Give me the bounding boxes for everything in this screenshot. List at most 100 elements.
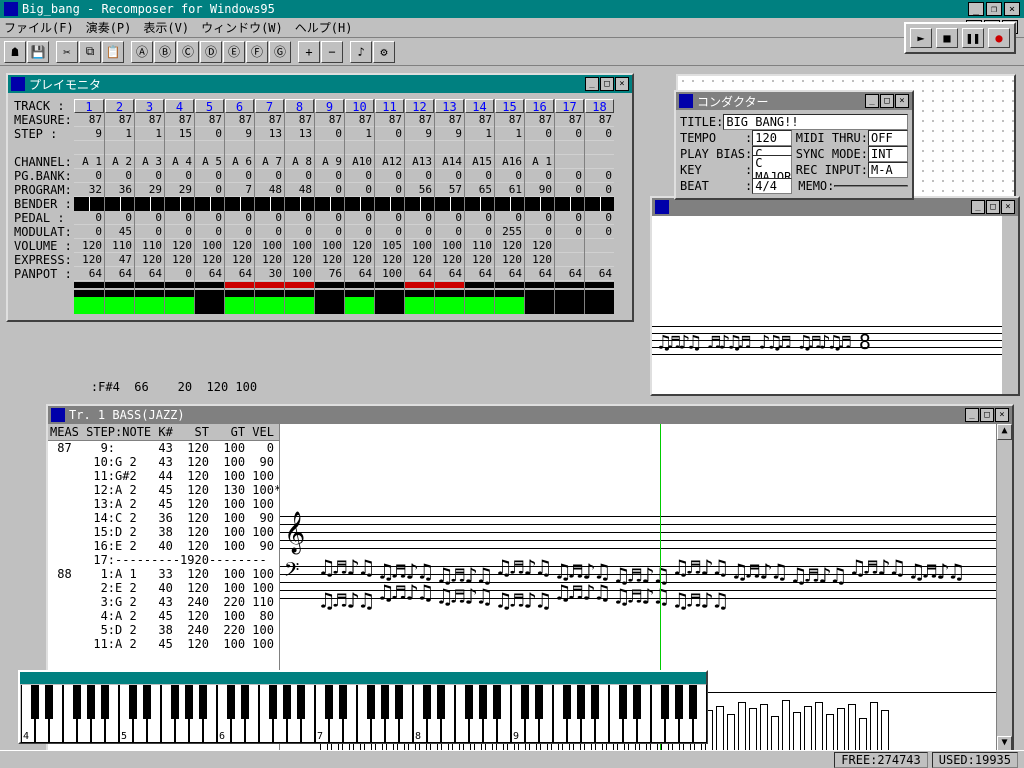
track-number-button[interactable]: 15 — [495, 99, 524, 113]
track-number-button[interactable]: 7 — [255, 99, 284, 113]
black-key[interactable] — [563, 685, 571, 719]
black-key[interactable] — [381, 685, 389, 719]
black-key[interactable] — [395, 685, 403, 719]
black-key[interactable] — [591, 685, 599, 719]
black-key[interactable] — [521, 685, 529, 719]
black-key[interactable] — [493, 685, 501, 719]
tool-paste-icon[interactable]: 📋 — [102, 41, 124, 63]
track-number-button[interactable]: 18 — [585, 99, 614, 113]
track-number-button[interactable]: 3 — [135, 99, 164, 113]
menu-help[interactable]: ヘルプ(H) — [295, 19, 353, 36]
track-number-button[interactable]: 10 — [345, 99, 374, 113]
stop-button[interactable]: ■ — [936, 28, 958, 48]
black-key[interactable] — [241, 685, 249, 719]
maximize-button[interactable]: ❐ — [986, 2, 1002, 16]
track-number-button[interactable]: 12 — [405, 99, 434, 113]
midithru-value[interactable]: OFF — [868, 130, 908, 146]
track-number-button[interactable]: 2 — [105, 99, 134, 113]
staff-min-button[interactable]: _ — [971, 200, 985, 214]
staff-scrollbar[interactable] — [1002, 216, 1018, 394]
tool-c-icon[interactable]: Ⓒ — [177, 41, 199, 63]
tool-cut-icon[interactable]: ✂ — [56, 41, 78, 63]
event-row[interactable]: 11:A 2 45 120 100 100 — [48, 637, 279, 651]
memo-value[interactable] — [834, 185, 908, 187]
event-row[interactable]: 12:A 2 45 120 130 100* — [48, 483, 279, 497]
event-row[interactable]: 3:G 2 43 240 220 110 — [48, 595, 279, 609]
black-key[interactable] — [339, 685, 347, 719]
track-close-button[interactable]: × — [995, 408, 1009, 422]
event-row[interactable]: 5:D 2 38 240 220 100 — [48, 623, 279, 637]
syncmode-value[interactable]: INT — [868, 146, 908, 162]
black-key[interactable] — [171, 685, 179, 719]
track-number-button[interactable]: 11 — [375, 99, 404, 113]
playmon-close-button[interactable]: × — [615, 77, 629, 91]
track-number-button[interactable]: 6 — [225, 99, 254, 113]
menu-play[interactable]: 演奏(P) — [86, 19, 132, 36]
tool-d-icon[interactable]: Ⓓ — [200, 41, 222, 63]
event-row[interactable]: 11:G#2 44 120 100 100 — [48, 469, 279, 483]
black-key[interactable] — [73, 685, 81, 719]
track-number-button[interactable]: 17 — [555, 99, 584, 113]
black-key[interactable] — [227, 685, 235, 719]
play-button[interactable]: ► — [910, 28, 932, 48]
event-row[interactable]: 13:A 2 45 120 100 100 — [48, 497, 279, 511]
tool-e-icon[interactable]: Ⓔ — [223, 41, 245, 63]
menu-file[interactable]: ファイル(F) — [4, 19, 74, 36]
track-scroll-v[interactable]: ▲ ▼ — [996, 424, 1012, 752]
black-key[interactable] — [535, 685, 543, 719]
tool-save-icon[interactable]: 💾 — [27, 41, 49, 63]
conductor-close-button[interactable]: × — [895, 94, 909, 108]
black-key[interactable] — [437, 685, 445, 719]
event-row[interactable]: 14:C 2 36 120 100 90 — [48, 511, 279, 525]
tool-a-icon[interactable]: Ⓐ — [131, 41, 153, 63]
tempo-value[interactable]: 120 — [752, 130, 792, 146]
black-key[interactable] — [45, 685, 53, 719]
black-key[interactable] — [283, 685, 291, 719]
record-button[interactable]: ● — [988, 28, 1010, 48]
black-key[interactable] — [619, 685, 627, 719]
event-row[interactable]: 15:D 2 38 120 100 100 — [48, 525, 279, 539]
conductor-max-button[interactable]: □ — [880, 94, 894, 108]
tool-open-icon[interactable]: ☗ — [4, 41, 26, 63]
track-number-button[interactable]: 1 — [74, 99, 104, 113]
staff-close-button[interactable]: × — [1001, 200, 1015, 214]
pause-button[interactable]: ❚❚ — [962, 28, 984, 48]
black-key[interactable] — [269, 685, 277, 719]
event-row[interactable]: 2:E 2 40 120 100 100 — [48, 581, 279, 595]
black-key[interactable] — [87, 685, 95, 719]
black-key[interactable] — [675, 685, 683, 719]
black-key[interactable] — [689, 685, 697, 719]
track-max-button[interactable]: □ — [980, 408, 994, 422]
tool-minus-icon[interactable]: − — [321, 41, 343, 63]
tool-plus-icon[interactable]: + — [298, 41, 320, 63]
black-key[interactable] — [31, 685, 39, 719]
event-row[interactable]: 87 9: 43 120 100 0 — [48, 441, 279, 455]
event-row[interactable]: 4:A 2 45 120 100 80 — [48, 609, 279, 623]
black-key[interactable] — [367, 685, 375, 719]
event-row[interactable]: 10:G 2 43 120 100 90 — [48, 455, 279, 469]
playmon-min-button[interactable]: _ — [585, 77, 599, 91]
tool-f-icon[interactable]: Ⓕ — [246, 41, 268, 63]
black-key[interactable] — [185, 685, 193, 719]
menu-view[interactable]: 表示(V) — [143, 19, 189, 36]
black-key[interactable] — [199, 685, 207, 719]
close-button[interactable]: × — [1004, 2, 1020, 16]
event-row[interactable]: 16:E 2 40 120 100 90 — [48, 539, 279, 553]
recinput-value[interactable]: M-A — [868, 162, 908, 178]
track-min-button[interactable]: _ — [965, 408, 979, 422]
title-value[interactable]: BIG BANG!! — [723, 114, 908, 130]
conductor-min-button[interactable]: _ — [865, 94, 879, 108]
black-key[interactable] — [325, 685, 333, 719]
black-key[interactable] — [661, 685, 669, 719]
tool-g-icon[interactable]: Ⓖ — [269, 41, 291, 63]
black-key[interactable] — [633, 685, 641, 719]
black-key[interactable] — [465, 685, 473, 719]
tool-b-icon[interactable]: Ⓑ — [154, 41, 176, 63]
track-number-button[interactable]: 16 — [525, 99, 554, 113]
track-number-button[interactable]: 8 — [285, 99, 314, 113]
track-number-button[interactable]: 9 — [315, 99, 344, 113]
black-key[interactable] — [577, 685, 585, 719]
black-key[interactable] — [129, 685, 137, 719]
track-number-button[interactable]: 4 — [165, 99, 194, 113]
menu-window[interactable]: ウィンドウ(W) — [201, 19, 283, 36]
